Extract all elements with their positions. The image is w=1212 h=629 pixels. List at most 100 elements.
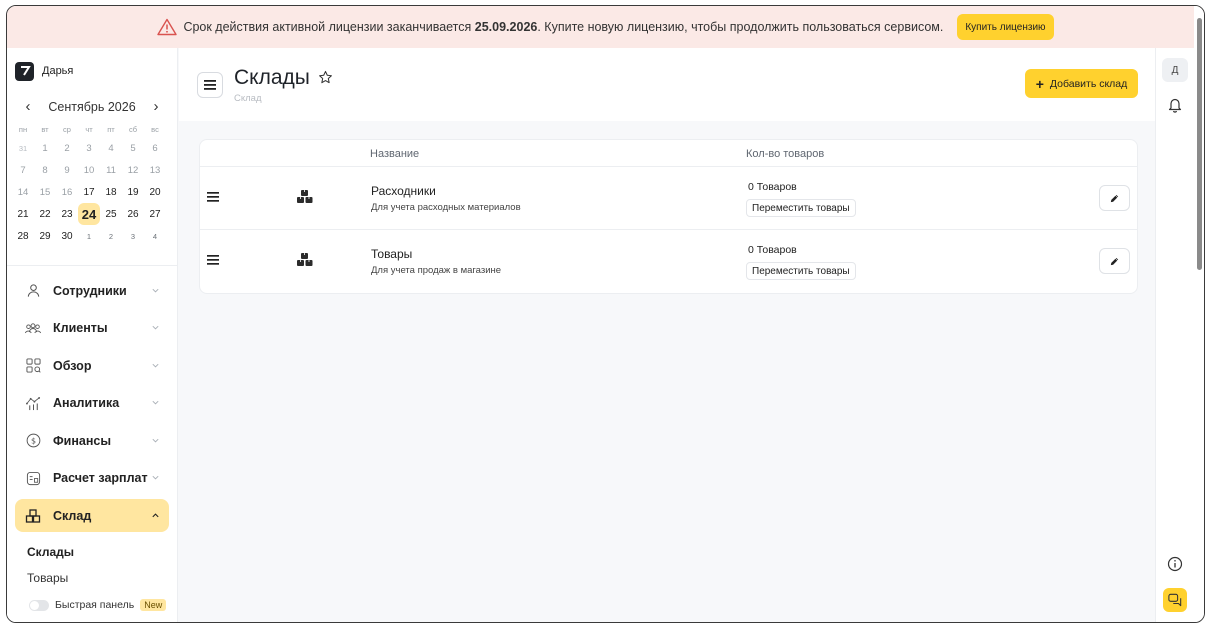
calendar-day[interactable]: 15 (34, 181, 56, 203)
chevron-down-icon (151, 398, 161, 408)
calendar-day[interactable]: 14 (12, 181, 34, 203)
warehouse-name[interactable]: Товары (371, 247, 412, 261)
calendar-day[interactable]: 11 (100, 159, 122, 181)
info-icon[interactable] (1167, 556, 1183, 572)
product-count: 0 Товаров (748, 244, 797, 256)
calendar-prev-icon[interactable]: ‹ (21, 98, 35, 115)
calendar-day[interactable]: 25 (100, 203, 122, 225)
calendar-day[interactable]: 13 (144, 159, 166, 181)
calendar-day[interactable]: 2 (56, 137, 78, 159)
edit-button[interactable] (1099, 248, 1130, 274)
buy-license-button[interactable]: Купить лицензию (957, 14, 1054, 40)
calendar-day[interactable]: 16 (56, 181, 78, 203)
scrollbar-thumb[interactable] (1197, 18, 1202, 270)
calendar-day[interactable]: 12 (122, 159, 144, 181)
calendar-day[interactable]: 21 (12, 203, 34, 225)
calendar-weekday: пн (18, 124, 28, 134)
overview-icon (23, 356, 43, 376)
banner-text: Срок действия активной лицензии заканчив… (183, 20, 944, 34)
calendar-weekday: ср (63, 124, 71, 134)
calendar-day[interactable]: 4 (100, 137, 122, 159)
warehouse-name[interactable]: Расходники (371, 184, 436, 198)
table-row[interactable]: Товары Для учета продаж в магазине 0 Товар… (200, 230, 1137, 293)
calendar-day[interactable]: 17 (78, 181, 100, 203)
calendar-day[interactable]: 2 (100, 225, 122, 247)
calendar-day-today[interactable]: 24 (78, 203, 100, 225)
move-products-button[interactable]: Переместить товары (746, 262, 856, 280)
calendar-day[interactable]: 26 (122, 203, 144, 225)
chevron-down-icon (151, 323, 161, 333)
favorite-star-icon[interactable] (318, 70, 334, 86)
person-icon (23, 281, 43, 301)
calendar-day[interactable]: 6 (144, 137, 166, 159)
menu-toggle-button[interactable] (197, 72, 223, 98)
sidebar-item-label: Клиенты (53, 321, 108, 335)
sidebar-item-label: Обзор (53, 358, 92, 373)
quick-panel-toggle[interactable] (29, 599, 49, 611)
calendar-day[interactable]: 27 (144, 203, 166, 225)
calendar-day[interactable]: 23 (56, 203, 78, 225)
calendar-day[interactable]: 29 (34, 225, 56, 247)
sidebar-item-label: Склад (53, 508, 92, 523)
sidebar-item-finance[interactable]: $ Финансы (15, 424, 169, 457)
sidebar-subitem-sklady[interactable]: Склады (7, 537, 177, 567)
calendar-day[interactable]: 1 (78, 225, 100, 247)
chat-support-button[interactable] (1163, 588, 1187, 612)
license-expiry-date: 25.09.2026 (474, 20, 538, 34)
page-title: Склады (234, 66, 334, 90)
scrollbar[interactable] (1194, 6, 1204, 622)
sidebar-item-warehouse[interactable]: Склад (15, 499, 169, 532)
drag-handle-icon[interactable] (207, 253, 220, 265)
sidebar-item-clients[interactable]: Клиенты (15, 312, 169, 345)
product-count: 0 Товаров (748, 181, 797, 193)
calendar-next-icon[interactable]: › (149, 98, 163, 115)
menu-icon (204, 80, 216, 90)
calendar-day[interactable]: 20 (144, 181, 166, 203)
sidebar-item-person[interactable]: Сотрудники (15, 274, 169, 307)
calendar-header: ‹ Сентябрь 2026 › (7, 84, 177, 115)
drag-handle-icon[interactable] (207, 190, 220, 202)
avatar[interactable]: Д (1162, 58, 1188, 82)
calendar-day[interactable]: 3 (122, 225, 144, 247)
move-products-button[interactable]: Переместить товары (746, 199, 856, 217)
svg-text:$: $ (30, 437, 35, 446)
calendar-day[interactable]: 9 (56, 159, 78, 181)
app-logo-icon (15, 61, 34, 81)
calendar-day[interactable]: 28 (12, 225, 34, 247)
breadcrumb[interactable]: Склад (234, 93, 262, 104)
calendar-day[interactable]: 4 (144, 225, 166, 247)
table-row[interactable]: Расходники Для учета расходных материалов… (200, 167, 1137, 230)
app-window: Срок действия активной лицензии заканчив… (6, 5, 1205, 623)
sidebar-item-analytics[interactable]: Аналитика (15, 387, 169, 420)
sidebar-item-overview[interactable]: Обзор (15, 349, 169, 382)
sidebar-subitem-tovary[interactable]: Товары (7, 567, 177, 589)
warehouse-description: Для учета расходных материалов (371, 202, 521, 213)
page-header: Склады Склад + Добавить склад (179, 48, 1155, 121)
user-name: Дарья (42, 65, 74, 77)
sidebar-item-payroll[interactable]: Расчет зарплат (15, 462, 169, 495)
calendar-day[interactable]: 19 (122, 181, 144, 203)
sidebar-item-label: Расчет зарплат (53, 471, 148, 485)
calendar-day[interactable]: 22 (34, 203, 56, 225)
warehouse-icon (23, 506, 43, 526)
chevron-down-icon (151, 361, 161, 371)
calendar-day[interactable]: 1 (34, 137, 56, 159)
add-warehouse-button[interactable]: + Добавить склад (1025, 69, 1138, 98)
calendar-day[interactable]: 10 (78, 159, 100, 181)
calendar-weekday: вт (41, 124, 49, 134)
user-profile[interactable]: Дарья (7, 48, 177, 84)
calendar-day[interactable]: 31 (12, 137, 34, 159)
calendar-day[interactable]: 30 (56, 225, 78, 247)
calendar-day[interactable]: 5 (122, 137, 144, 159)
add-warehouse-label: Добавить склад (1049, 77, 1128, 90)
calendar-day[interactable]: 18 (100, 181, 122, 203)
calendar-day[interactable]: 8 (34, 159, 56, 181)
edit-button[interactable] (1099, 185, 1130, 211)
right-rail: Д (1155, 48, 1194, 622)
calendar-weekday: сб (128, 124, 138, 134)
calendar-day[interactable]: 3 (78, 137, 100, 159)
sidebar-item-label: Аналитика (53, 396, 120, 410)
bell-icon[interactable] (1167, 96, 1183, 114)
chevron-down-icon (151, 436, 161, 446)
calendar-day[interactable]: 7 (12, 159, 34, 181)
